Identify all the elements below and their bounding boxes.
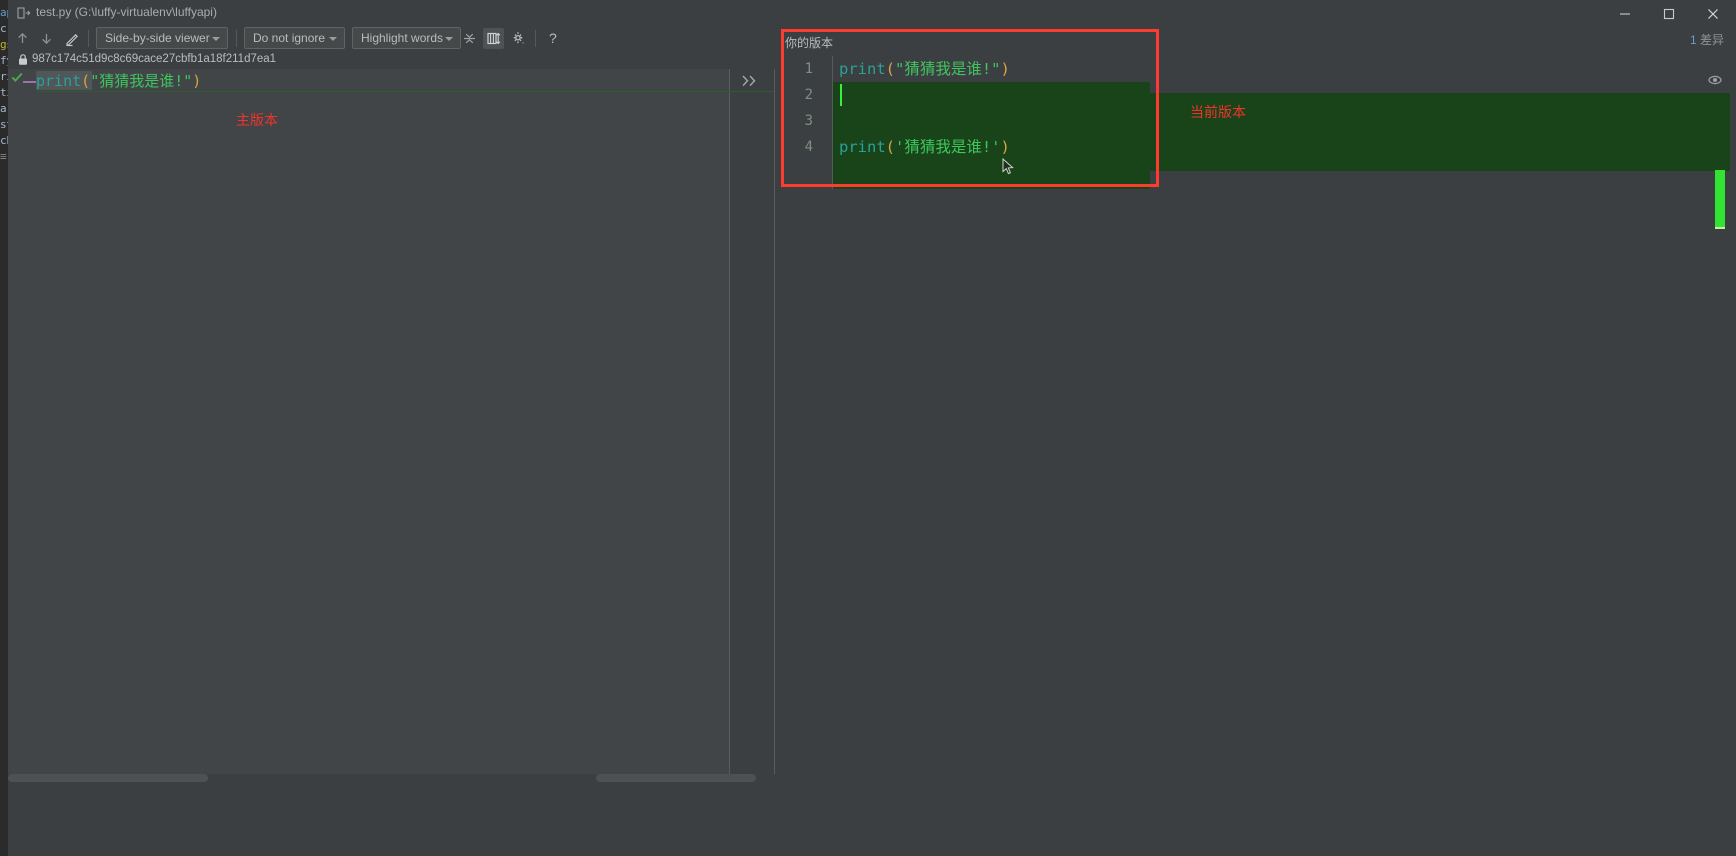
left-code-fn: print	[36, 72, 82, 90]
toolbar-separator-3	[535, 30, 536, 47]
ignore-mode-label: Do not ignore	[253, 31, 326, 45]
minimize-button[interactable]	[1604, 0, 1648, 26]
left-code-close-paren: )	[192, 72, 202, 90]
highlight-mode-select[interactable]: Highlight words	[352, 27, 461, 49]
previous-difference-button[interactable]	[12, 28, 33, 49]
left-code-line: print("猜猜我是谁!")	[36, 71, 201, 91]
annotation-main-version-label: 主版本	[236, 112, 278, 128]
difference-count-number: 1	[1689, 33, 1697, 47]
left-code-string: "猜猜我是谁!"	[90, 72, 193, 90]
chevron-down-icon	[212, 37, 220, 41]
your-version-gutter-divider	[832, 56, 833, 189]
divider-change-line	[729, 91, 774, 92]
viewer-mode-select[interactable]: Side-by-side viewer	[96, 27, 228, 49]
divider-line-left	[729, 69, 730, 774]
help-button[interactable]: ?	[542, 28, 563, 49]
highlight-mode-label: Highlight words	[361, 31, 444, 45]
popup-code-open-paren: (	[885, 138, 896, 156]
popup-code-fn: print	[839, 138, 886, 156]
chevron-down-icon	[329, 37, 337, 41]
left-code-open-paren: (	[81, 72, 91, 90]
eye-icon[interactable]	[1708, 73, 1722, 87]
left-change-underline	[36, 91, 729, 92]
background-text-fragment: ≡	[0, 150, 7, 163]
revision-hash: 987c174c51d9c8c69cace27cbfb1a18f211d7ea1	[32, 53, 277, 65]
viewer-mode-label: Side-by-side viewer	[105, 31, 210, 45]
your-version-popup-header: 你的版本	[775, 29, 1150, 56]
vertical-scrollbar[interactable]	[1730, 69, 1736, 774]
text-caret	[840, 84, 842, 106]
annotation-current-version-label: 当前版本	[1190, 104, 1246, 120]
ignore-mode-select[interactable]: Do not ignore	[244, 27, 345, 49]
left-diff-pane[interactable]: print("猜猜我是谁!")	[8, 69, 729, 774]
synchronize-scroll-icon[interactable]	[483, 28, 504, 49]
scroll-change-marker[interactable]	[1715, 170, 1725, 227]
background-text-fragment: c	[0, 22, 7, 35]
scroll-change-marker-foot	[1715, 227, 1725, 229]
lock-icon	[17, 53, 29, 66]
toolbar-separator-1	[88, 30, 89, 47]
gear-icon[interactable]	[508, 28, 529, 49]
popup-line-number: 4	[804, 139, 813, 155]
title-bar: test.py (G:\luffy-virtualenv\luffyapi)	[8, 0, 1736, 26]
horizontal-scrollbar-right[interactable]	[596, 774, 756, 782]
help-label: ?	[549, 30, 557, 46]
checkmark-icon[interactable]	[10, 70, 24, 84]
chevron-down-icon	[445, 37, 453, 41]
horizontal-scrollbar-left[interactable]	[8, 774, 208, 782]
popup-code-close-paren: )	[1000, 60, 1010, 78]
pencil-icon[interactable]	[62, 28, 83, 49]
window-title: test.py (G:\luffy-virtualenv\luffyapi)	[36, 5, 217, 19]
diff-divider-strip	[729, 69, 774, 774]
popup-code-close-paren: )	[1000, 138, 1010, 156]
left-change-marker	[23, 81, 36, 83]
popup-code-fn: print	[839, 60, 886, 78]
difference-count: 1 差异	[1690, 31, 1724, 48]
popup-code-string: "猜猜我是谁!"	[895, 60, 1001, 78]
diff-window-icon	[17, 6, 31, 20]
difference-count-label: 差异	[1699, 33, 1724, 47]
next-difference-button[interactable]	[36, 28, 57, 49]
your-version-title: 你的版本	[785, 36, 834, 50]
mouse-cursor	[1002, 157, 1016, 181]
status-bar	[8, 784, 1736, 856]
popup-code-open-paren: (	[885, 60, 896, 78]
collapse-unchanged-icon[interactable]	[459, 28, 480, 49]
popup-code-line: print("猜猜我是谁!")	[839, 56, 1010, 82]
popup-line-number: 3	[804, 113, 813, 129]
popup-code-string: '猜猜我是谁!'	[895, 138, 1001, 156]
popup-code-line: print('猜猜我是谁!')	[839, 134, 1010, 160]
close-button[interactable]	[1692, 0, 1736, 26]
chevron-right-right-icon[interactable]	[741, 73, 763, 89]
popup-line-number: 2	[804, 87, 813, 103]
popup-line-number: 1	[804, 61, 813, 77]
toolbar-separator-2	[236, 30, 237, 47]
horizontal-scrollbar-area	[8, 774, 1736, 784]
your-version-popup[interactable]: 你的版本 1 2 3 4 print("猜猜我是谁!") print('猜猜我是…	[775, 29, 1150, 189]
maximize-button[interactable]	[1648, 0, 1692, 26]
